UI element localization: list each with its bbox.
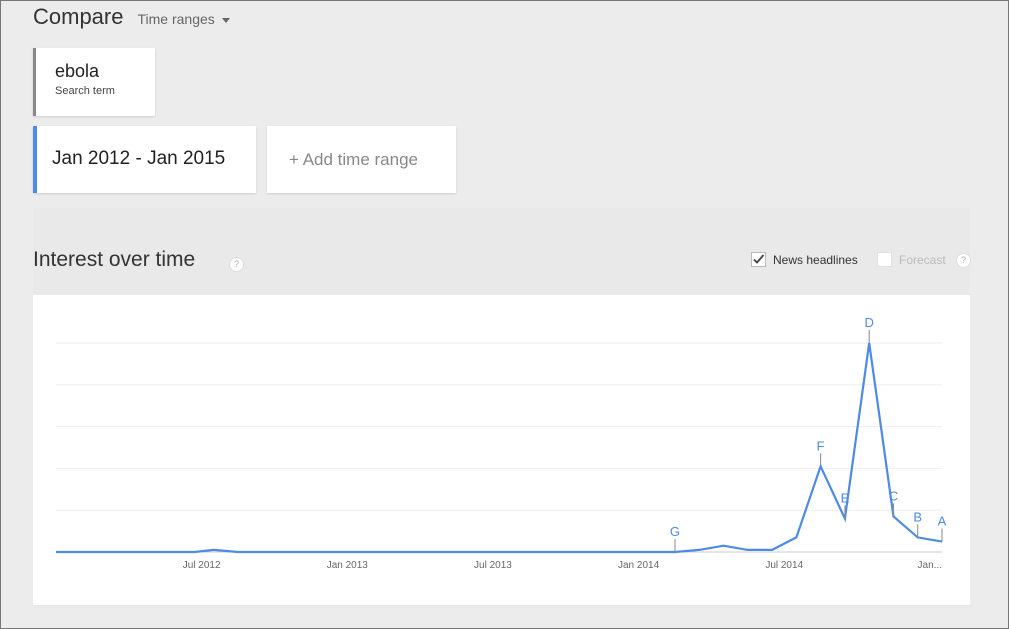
help-icon[interactable]: ? <box>229 257 244 272</box>
annotation-marker-a: A <box>938 514 947 529</box>
compare-header: Compare Time ranges <box>33 4 230 30</box>
news-headlines-checkbox[interactable] <box>751 252 766 267</box>
series-line <box>56 342 943 554</box>
time-range-card[interactable]: Jan 2012 - Jan 2015 <box>33 126 256 193</box>
compare-title: Compare <box>33 4 124 29</box>
time-ranges-dropdown[interactable]: Time ranges <box>137 11 230 27</box>
news-headlines-label: News headlines <box>773 253 858 267</box>
add-time-range-button[interactable]: + Add time range <box>267 126 456 193</box>
x-tick-label: Jan 2014 <box>618 560 660 571</box>
checkmark-icon <box>753 254 765 264</box>
annotation-marker-f: F <box>817 438 825 453</box>
x-tick-label: Jan 2013 <box>327 560 369 571</box>
search-term-subtitle: Search term <box>55 85 115 97</box>
annotation-marker-d: D <box>864 315 873 330</box>
x-tick-label: Jul 2012 <box>183 560 221 571</box>
forecast-label: Forecast <box>899 253 946 267</box>
annotation-marker-b: B <box>913 509 922 524</box>
time-ranges-label: Time ranges <box>137 11 215 27</box>
add-time-range-label: + Add time range <box>289 150 419 169</box>
search-term-card[interactable]: ebola Search term <box>33 48 155 116</box>
annotation-marker-e: E <box>841 491 850 506</box>
interest-chart: Jul 2012 Jan 2013 Jul 2013 Jan 2014 Jul 2014… <box>33 295 970 605</box>
x-tick-label: Jan... <box>918 560 942 571</box>
x-tick-label: Jul 2014 <box>765 560 803 571</box>
annotation-marker-c: C <box>889 488 898 503</box>
caret-down-icon <box>221 17 230 23</box>
search-term-name: ebola <box>55 61 100 81</box>
x-tick-label: Jul 2013 <box>474 560 512 571</box>
forecast-checkbox[interactable] <box>877 252 892 267</box>
interest-over-time-title: Interest over time <box>33 248 196 271</box>
forecast-help-icon[interactable]: ? <box>956 253 971 268</box>
time-range-label: Jan 2012 - Jan 2015 <box>52 148 226 169</box>
annotation-marker-g: G <box>670 524 680 539</box>
chart-svg: Jul 2012 Jan 2013 Jul 2013 Jan 2014 Jul 2014… <box>56 315 947 571</box>
